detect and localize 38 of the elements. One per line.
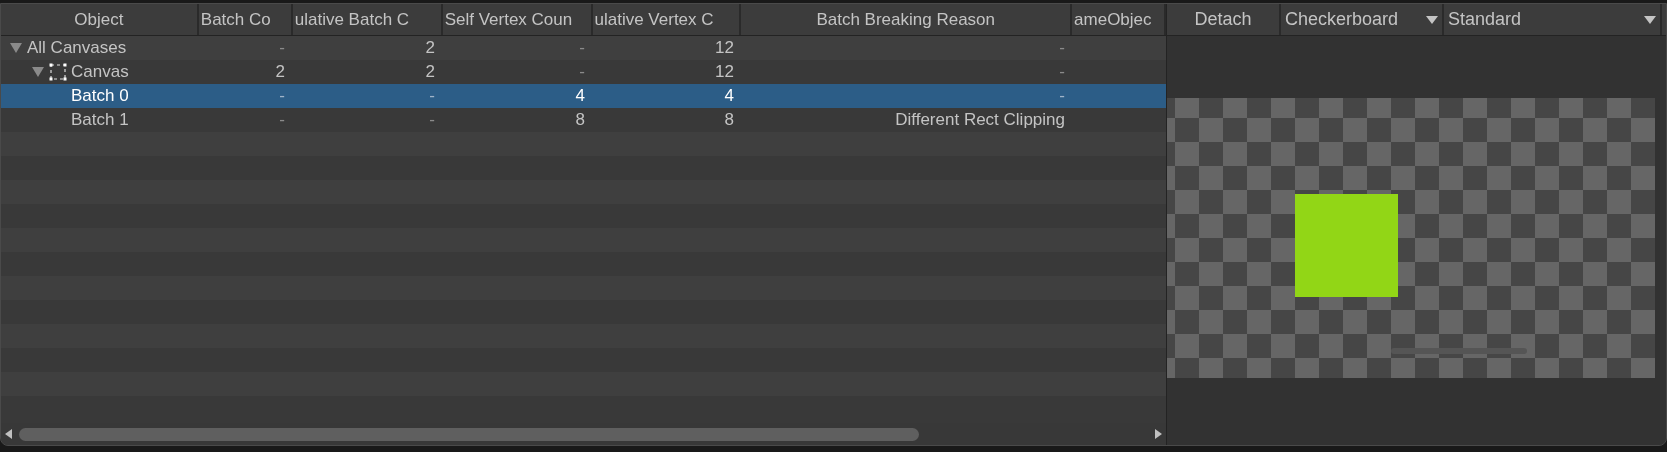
object-name: All Canvases (27, 37, 127, 60)
scrollbar-thumb[interactable] (19, 427, 919, 441)
expanded-arrow-icon[interactable] (9, 42, 23, 54)
object-name: Batch 1 (71, 109, 129, 132)
background-dropdown[interactable]: Checkerboard (1281, 4, 1444, 35)
table-cell-text: 2 (275, 61, 285, 84)
table-cell-text: - (1059, 37, 1065, 60)
dropdown-arrow-icon (1644, 15, 1656, 24)
material-dropdown[interactable]: Standard (1444, 4, 1662, 35)
object-name: Canvas (71, 61, 129, 84)
detach-button[interactable]: Detach (1167, 4, 1281, 35)
table-cell-text: Different Rect Clipping (895, 109, 1065, 132)
table-cell-text: - (579, 37, 585, 60)
table-cell-text: - (429, 109, 435, 132)
object-name: Batch 0 (71, 85, 129, 108)
table-cell-text: - (579, 61, 585, 84)
scroll-left-icon[interactable] (5, 429, 13, 439)
scroll-right-icon[interactable] (1154, 429, 1162, 439)
table-cell-text: 12 (715, 61, 734, 84)
dropdown-arrow-icon (1426, 15, 1438, 24)
table-cell-text: 4 (575, 85, 585, 108)
table-cell-text: - (1059, 85, 1065, 108)
tree-row[interactable]: All Canvases - 2 - 12 - (1, 36, 1166, 60)
tree-row[interactable]: Batch 0 - - 4 4 - (1, 84, 1166, 108)
table-cell-text: - (1059, 61, 1065, 84)
table-cell-text: 2 (425, 37, 435, 60)
table-cell-text: - (279, 85, 285, 108)
table-cell-text: 8 (575, 109, 585, 132)
table-cell-text: - (279, 37, 285, 60)
table-cell-text: 4 (724, 85, 734, 108)
scrollbar-thumb[interactable] (1391, 348, 1527, 354)
table-cell-text: 2 (425, 61, 435, 84)
table-cell-text: 8 (724, 109, 734, 132)
table-cell-text: 12 (715, 37, 734, 60)
expanded-arrow-icon[interactable] (31, 66, 45, 78)
rect-transform-icon (49, 63, 67, 81)
table-cell-text: - (279, 109, 285, 132)
table-cell-text: - (429, 85, 435, 108)
